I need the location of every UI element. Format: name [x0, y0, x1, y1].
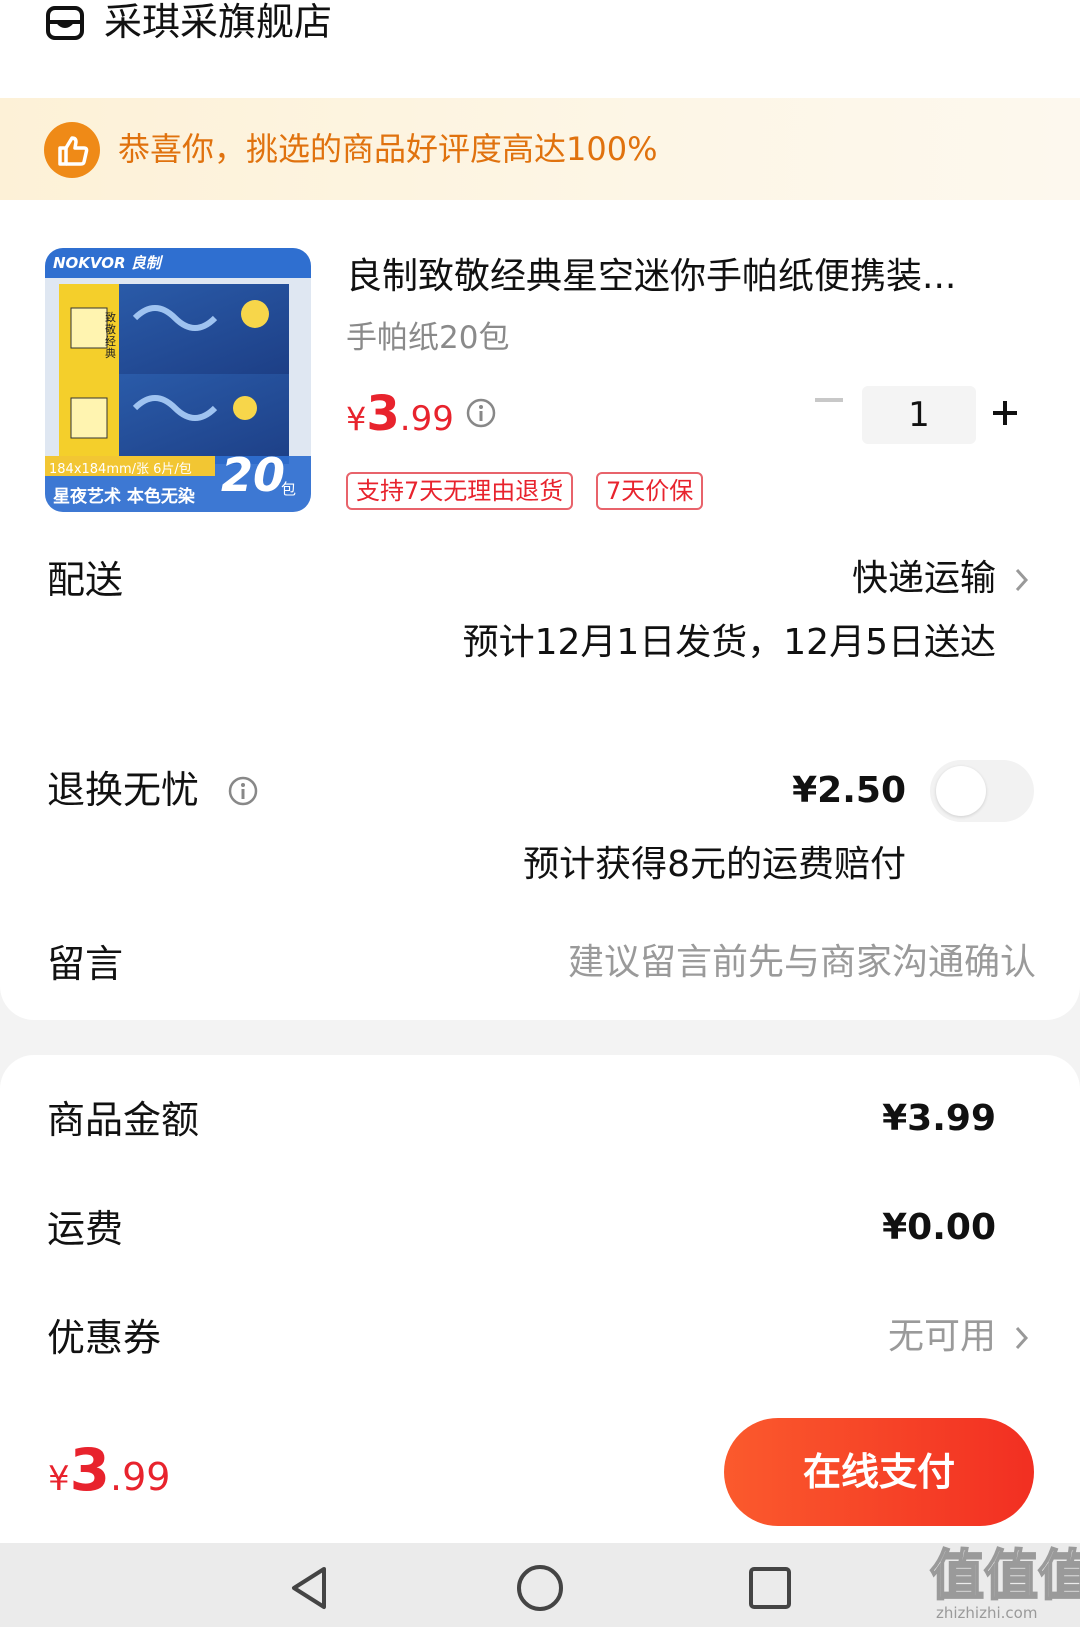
delivery-label: 配送 [47, 558, 124, 602]
delivery-method[interactable]: 快递运输 [852, 556, 996, 602]
product-brand: NOKVOR 良制 [53, 254, 161, 272]
thumbs-up-icon [44, 122, 100, 178]
total-decimal: .99 [110, 1455, 171, 1499]
return-insurance-note: 预计获得8元的运费赔付 [523, 844, 906, 885]
message-input[interactable]: 建议留言前先与商家沟通确认 [568, 940, 1036, 986]
price-integer: 3 [366, 386, 400, 442]
chevron-right-icon [1015, 1326, 1029, 1350]
return-policy-tag: 支持7天无理由退货 [346, 472, 574, 510]
toggle-knob [936, 766, 986, 816]
coupon-value[interactable]: 无可用 [888, 1314, 996, 1360]
recent-apps-icon[interactable] [748, 1566, 792, 1610]
product-spec[interactable]: 手帕纸20包 [346, 318, 509, 358]
price-decimal: .99 [399, 399, 454, 439]
product-size-text: 184x184mm/张 6片/包 [49, 462, 192, 477]
shop-icon [46, 6, 84, 40]
coupon-label: 优惠券 [47, 1316, 162, 1360]
back-icon[interactable] [288, 1565, 330, 1611]
product-price: ¥3.99 [346, 386, 454, 442]
product-title[interactable]: 良制致敬经典星空迷你手帕纸便携装... [346, 254, 956, 300]
product-feature-text: 星夜艺术 本色无染 [53, 487, 195, 507]
quantity-decrease-button[interactable] [815, 398, 843, 402]
watermark-url: zhizhizhi.com [936, 1604, 1038, 1622]
pack-label: 致敬经典 [105, 311, 116, 360]
total-symbol: ¥ [48, 1459, 70, 1499]
goods-amount-label: 商品金额 [47, 1098, 200, 1142]
online-pay-button[interactable]: 在线支付 [724, 1418, 1034, 1526]
watermark-logo: 值值值 [929, 1544, 1080, 1607]
price-info-icon[interactable] [466, 398, 496, 428]
return-insurance-price: ¥2.50 [792, 770, 906, 811]
product-count: 20 [221, 448, 286, 502]
quantity-increase-button[interactable] [990, 398, 1020, 428]
chevron-right-icon [1015, 568, 1029, 592]
product-image[interactable]: NOKVOR 良制 致敬经典 184x184mm/张 6片/包 星夜艺术 本色无… [45, 248, 311, 512]
total-integer: 3 [69, 1436, 110, 1504]
shop-name[interactable]: 采琪采旗舰店 [104, 0, 332, 44]
quantity-input[interactable]: 1 [862, 386, 976, 444]
home-icon[interactable] [516, 1564, 564, 1612]
total-price: ¥3.99 [48, 1436, 170, 1504]
price-symbol: ¥ [346, 400, 367, 438]
delivery-estimate: 预计12月1日发货，12月5日送达 [462, 622, 996, 663]
product-count-unit: 包 [281, 480, 297, 498]
return-insurance-info-icon[interactable] [228, 776, 258, 806]
message-label: 留言 [47, 942, 124, 986]
goods-amount-value: ¥3.99 [882, 1098, 996, 1139]
shipping-fee-value: ¥0.00 [882, 1207, 996, 1248]
praise-text: 恭喜你，挑选的商品好评度高达100% [118, 130, 658, 168]
price-protect-tag: 7天价保 [596, 472, 704, 510]
return-insurance-label: 退换无忧 [47, 768, 200, 812]
shipping-fee-label: 运费 [47, 1207, 124, 1251]
